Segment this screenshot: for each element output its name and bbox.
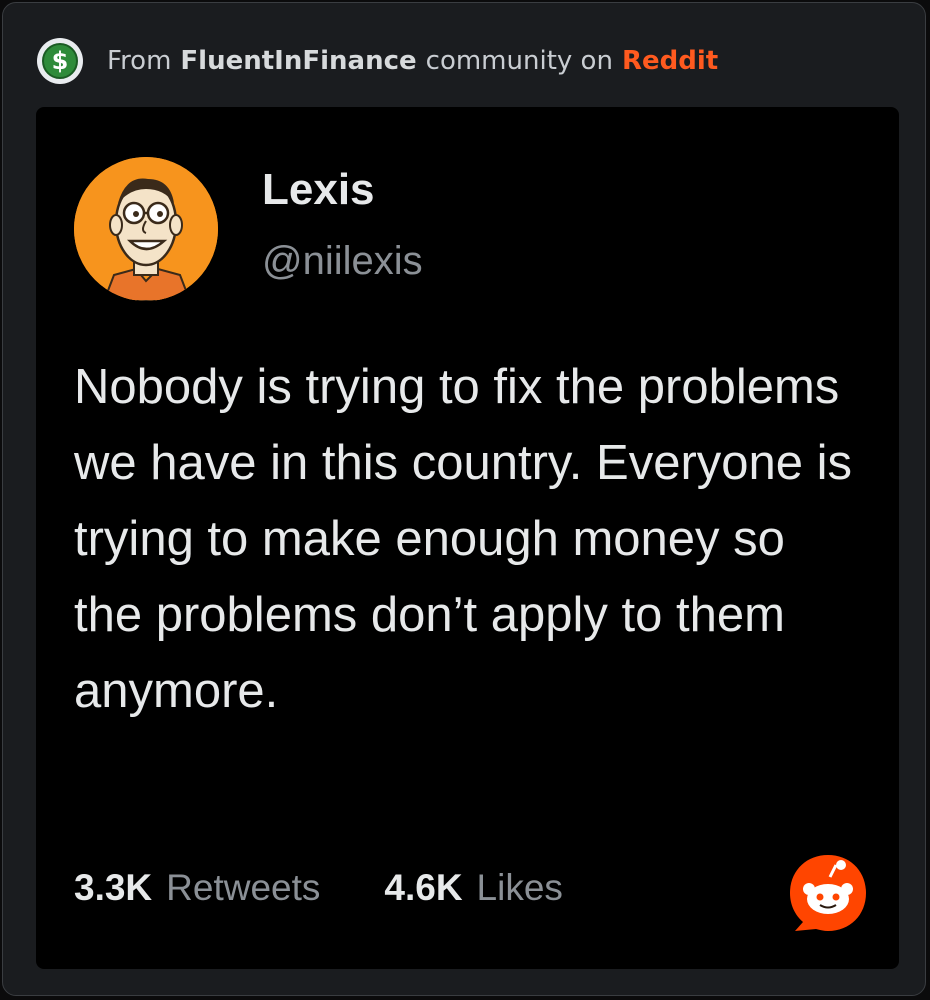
avatar[interactable] bbox=[74, 157, 218, 301]
community-icon[interactable]: $ bbox=[37, 38, 83, 84]
tweet-handle[interactable]: @niilexis bbox=[262, 239, 423, 284]
dollar-sign-icon: $ bbox=[42, 43, 78, 79]
tweet-card: Lexis @niilexis Nobody is trying to fix … bbox=[36, 107, 899, 969]
likes-count: 4.6K bbox=[384, 867, 463, 908]
likes-stat[interactable]: 4.6K Likes bbox=[384, 867, 563, 909]
embed-header: $ From FluentInFinance community on Redd… bbox=[37, 38, 718, 84]
retweets-label: Retweets bbox=[166, 867, 321, 908]
reddit-snoo-icon bbox=[790, 855, 866, 931]
cartoon-face-avatar-icon bbox=[74, 157, 218, 301]
community-link[interactable]: FluentInFinance bbox=[180, 46, 416, 76]
tweet-display-name[interactable]: Lexis bbox=[262, 165, 375, 215]
header-middle-text: community on bbox=[425, 46, 613, 76]
header-prefix: From bbox=[107, 46, 172, 76]
retweets-stat[interactable]: 3.3K Retweets bbox=[74, 867, 320, 909]
svg-text:$: $ bbox=[52, 47, 69, 75]
tweet-text: Nobody is trying to fix the problems we … bbox=[74, 360, 853, 718]
tweet-stats: 3.3K Retweets 4.6K Likes bbox=[74, 867, 563, 909]
reddit-embed-frame: $ From FluentInFinance community on Redd… bbox=[2, 2, 926, 996]
likes-label: Likes bbox=[476, 867, 563, 908]
reddit-link[interactable]: Reddit bbox=[622, 46, 718, 76]
reddit-logo-button[interactable] bbox=[786, 851, 870, 935]
retweets-count: 3.3K bbox=[74, 867, 153, 908]
